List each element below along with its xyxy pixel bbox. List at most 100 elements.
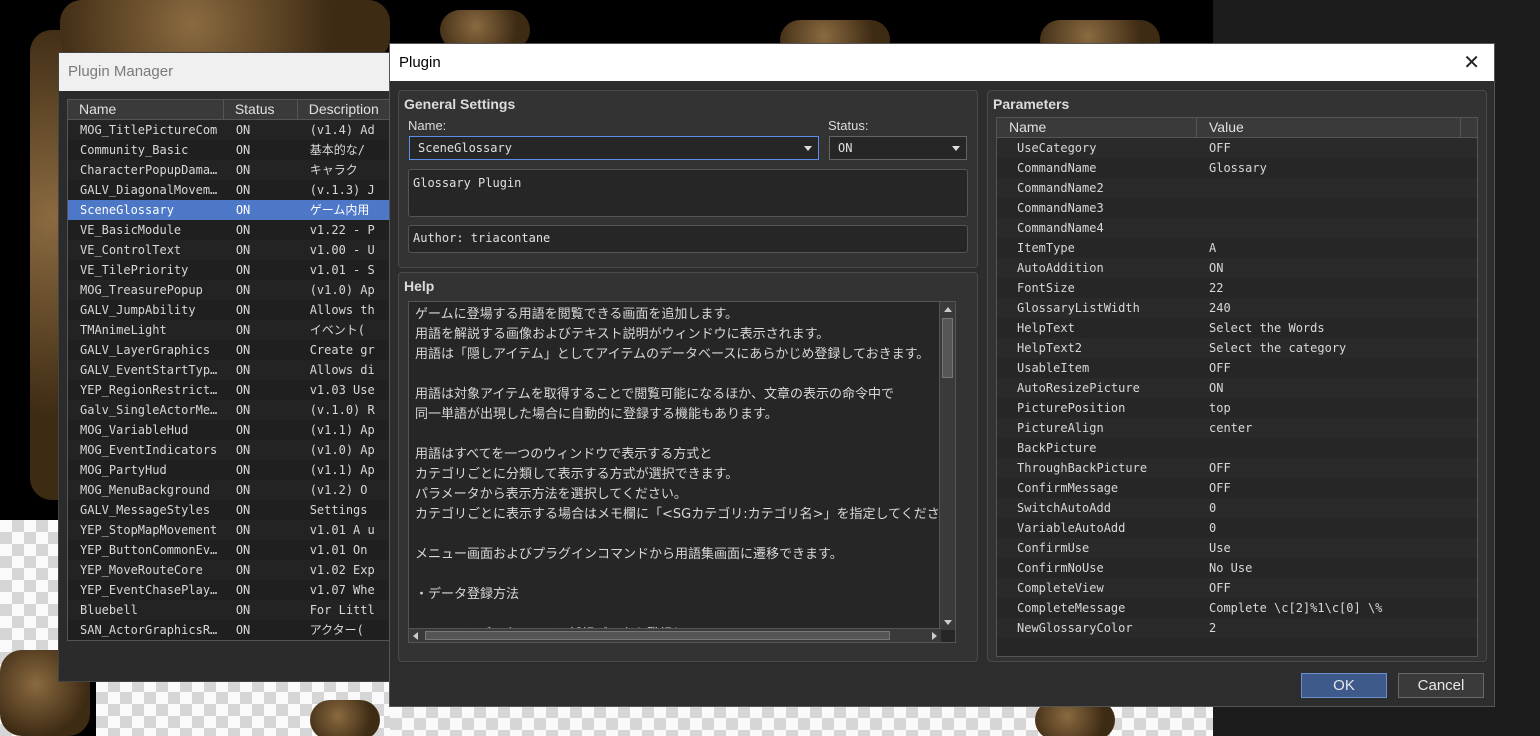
- plugin-row-name: MOG_MenuBackground: [80, 483, 211, 497]
- parameter-row[interactable]: NewGlossaryColor 2: [997, 618, 1477, 638]
- parameter-row[interactable]: VariableAutoAdd 0: [997, 518, 1477, 538]
- plugin-row[interactable]: GALV_LayerGraphics ON Create gr: [68, 340, 408, 360]
- parameter-row[interactable]: ConfirmNoUse No Use: [997, 558, 1477, 578]
- plugin-row[interactable]: GALV_MessageStyles ON Settings: [68, 500, 408, 520]
- plugin-list[interactable]: Name Status Description MOG_TitlePicture…: [67, 99, 409, 641]
- parameter-row[interactable]: FontSize 22: [997, 278, 1477, 298]
- plugin-row-status: ON: [235, 323, 251, 337]
- plugin-row[interactable]: MOG_PartyHud ON (v1.1) Ap: [68, 460, 408, 480]
- parameter-row[interactable]: BackPicture: [997, 438, 1477, 458]
- description-field[interactable]: Glossary Plugin: [408, 169, 968, 217]
- dialog-titlebar: Plugin ✕: [390, 44, 1494, 81]
- parameter-row[interactable]: ItemType A: [997, 238, 1477, 258]
- plugin-row[interactable]: YEP_ButtonCommonEvents ON v1.01 On: [68, 540, 408, 560]
- scroll-thumb[interactable]: [425, 631, 890, 640]
- plugin-row-name: MOG_TitlePictureCom: [80, 123, 218, 137]
- help-vertical-scrollbar[interactable]: [939, 302, 955, 630]
- scroll-right-icon[interactable]: [932, 632, 937, 640]
- plugin-row[interactable]: Galv_SingleActorMenuT… ON (v.1.0) R: [68, 400, 408, 420]
- parameter-row[interactable]: UsableItem OFF: [997, 358, 1477, 378]
- parameter-name: CommandName: [1017, 161, 1097, 175]
- parameter-row[interactable]: HelpText Select the Words: [997, 318, 1477, 338]
- scroll-up-icon[interactable]: [944, 307, 952, 312]
- parameter-row[interactable]: CommandName2: [997, 178, 1477, 198]
- plugin-row-status: ON: [235, 483, 251, 497]
- status-dropdown[interactable]: ON: [829, 136, 967, 160]
- parameter-row[interactable]: ConfirmMessage OFF: [997, 478, 1477, 498]
- plugin-row[interactable]: MOG_MenuBackground ON (v1.2) O: [68, 480, 408, 500]
- plugin-row-status: ON: [235, 243, 251, 257]
- parameter-row[interactable]: CompleteMessage Complete \c[2]%1\c[0] \%: [997, 598, 1477, 618]
- parameter-row[interactable]: CommandName Glossary: [997, 158, 1477, 178]
- ok-button[interactable]: OK: [1301, 673, 1387, 698]
- parameter-row[interactable]: PictureAlign center: [997, 418, 1477, 438]
- plugin-row[interactable]: YEP_EventChasePlayer ON v1.07 Whe: [68, 580, 408, 600]
- column-header-param-name[interactable]: Name: [997, 118, 1197, 137]
- plugin-row-status: ON: [235, 423, 251, 437]
- plugin-row-name: Bluebell: [80, 603, 138, 617]
- map-rock: [60, 0, 390, 60]
- plugin-row[interactable]: GALV_EventStartTypes ON Allows di: [68, 360, 408, 380]
- plugin-row[interactable]: Bluebell ON For Littl: [68, 600, 408, 620]
- plugin-row[interactable]: TMAnimeLight ON イベント(: [68, 320, 408, 340]
- plugin-row[interactable]: MOG_TitlePictureCom ON (v1.4) Ad: [68, 120, 408, 140]
- parameter-value: Complete \c[2]%1\c[0] \%: [1209, 601, 1383, 615]
- plugin-row[interactable]: GALV_JumpAbility ON Allows th: [68, 300, 408, 320]
- parameter-row[interactable]: SwitchAutoAdd 0: [997, 498, 1477, 518]
- plugin-row[interactable]: VE_ControlText ON v1.00 - U: [68, 240, 408, 260]
- column-header-name[interactable]: Name: [68, 100, 224, 119]
- plugin-row-status: ON: [235, 123, 251, 137]
- parameter-row[interactable]: CommandName4: [997, 218, 1477, 238]
- parameter-name: CommandName3: [1017, 201, 1104, 215]
- help-horizontal-scrollbar[interactable]: [409, 628, 941, 642]
- plugin-row[interactable]: Community_Basic ON 基本的な/: [68, 140, 408, 160]
- plugin-row[interactable]: YEP_MoveRouteCore ON v1.02 Exp: [68, 560, 408, 580]
- parameter-row[interactable]: GlossaryListWidth 240: [997, 298, 1477, 318]
- parameter-value: 22: [1209, 281, 1224, 295]
- plugin-row[interactable]: VE_TilePriority ON v1.01 - S: [68, 260, 408, 280]
- parameter-row[interactable]: AutoResizePicture ON: [997, 378, 1477, 398]
- plugin-row[interactable]: YEP_StopMapMovement ON v1.01 A u: [68, 520, 408, 540]
- help-text-area[interactable]: ゲームに登場する用語を閲覧できる画面を追加します。 用語を解説する画像およびテキス…: [408, 301, 956, 643]
- plugin-row[interactable]: CharacterPopupDamage ON キャラク: [68, 160, 408, 180]
- parameter-name: CompleteView: [1017, 581, 1104, 595]
- help-panel: Help ゲームに登場する用語を閲覧できる画面を追加します。 用語を解説する画像お…: [398, 272, 978, 662]
- help-line: [415, 525, 943, 545]
- parameter-row[interactable]: AutoAddition ON: [997, 258, 1477, 278]
- scroll-down-icon[interactable]: [944, 620, 952, 625]
- plugin-row[interactable]: SAN_ActorGraphicsReac… ON アクター(: [68, 620, 408, 640]
- scroll-left-icon[interactable]: [413, 632, 418, 640]
- column-header-param-value[interactable]: Value: [1197, 118, 1461, 137]
- parameter-row[interactable]: CommandName3: [997, 198, 1477, 218]
- parameter-row[interactable]: PicturePosition top: [997, 398, 1477, 418]
- scroll-thumb[interactable]: [942, 318, 953, 378]
- parameter-value: OFF: [1209, 141, 1231, 155]
- plugin-manager-window: Plugin Manager Name Status Description M…: [58, 52, 409, 682]
- plugin-row-status: ON: [235, 263, 251, 277]
- plugin-row[interactable]: MOG_EventIndicators ON (v1.0) Ap: [68, 440, 408, 460]
- column-header-status[interactable]: Status: [224, 100, 298, 119]
- plugin-row-status: ON: [235, 203, 251, 217]
- dialog-title: Plugin: [399, 54, 441, 71]
- plugin-row[interactable]: GALV_DiagonalMovement ON (v.1.3) J: [68, 180, 408, 200]
- parameter-row[interactable]: ConfirmUse Use: [997, 538, 1477, 558]
- plugin-row[interactable]: MOG_TreasurePopup ON (v1.0) Ap: [68, 280, 408, 300]
- plugin-row[interactable]: VE_BasicModule ON v1.22 - P: [68, 220, 408, 240]
- parameters-header: Name Value: [997, 118, 1477, 138]
- parameter-row[interactable]: HelpText2 Select the category: [997, 338, 1477, 358]
- plugin-row[interactable]: YEP_RegionRestrictions ON v1.03 Use: [68, 380, 408, 400]
- plugin-row[interactable]: SceneGlossary ON ゲーム内用: [68, 200, 408, 220]
- plugin-row[interactable]: MOG_VariableHud ON (v1.1) Ap: [68, 420, 408, 440]
- parameter-row[interactable]: CompleteView OFF: [997, 578, 1477, 598]
- cancel-button[interactable]: Cancel: [1398, 673, 1484, 698]
- plugin-row-status: ON: [235, 343, 251, 357]
- parameter-row[interactable]: UseCategory OFF: [997, 138, 1477, 158]
- help-line: [415, 565, 943, 585]
- help-line: 用語は対象アイテムを取得することで閲覧可能になるほか、文章の表示の命令中で: [415, 387, 895, 402]
- plugin-row-name: GALV_DiagonalMovement: [80, 183, 224, 197]
- status-label: Status:: [828, 118, 869, 133]
- parameters-list[interactable]: Name Value UseCategory OFF CommandName Glos…: [996, 117, 1478, 657]
- plugin-name-dropdown[interactable]: SceneGlossary: [409, 136, 819, 160]
- close-icon[interactable]: ✕: [1463, 50, 1480, 75]
- parameter-row[interactable]: ThroughBackPicture OFF: [997, 458, 1477, 478]
